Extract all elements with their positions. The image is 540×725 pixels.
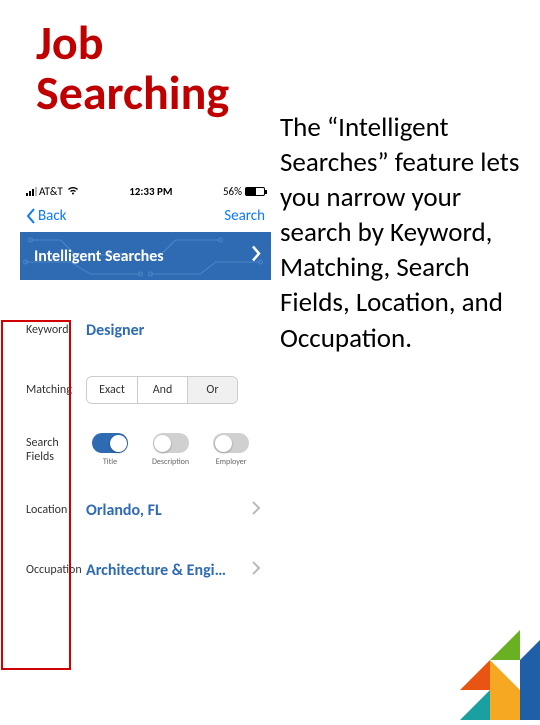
chevron-left-icon bbox=[26, 208, 36, 224]
filters-list: Keyword Designer Matching Exact And Or S… bbox=[20, 280, 271, 600]
matching-option-and[interactable]: And bbox=[137, 377, 187, 403]
toggle-description[interactable] bbox=[153, 433, 189, 453]
time-label: 12:33 PM bbox=[129, 185, 172, 198]
searchfields-row: Search Fields Title Description Employer bbox=[20, 420, 271, 480]
banner-title: Intelligent Searches bbox=[34, 247, 164, 266]
location-value: Orlando, FL bbox=[86, 501, 162, 520]
description-text: The “Intelligent Searches” feature lets … bbox=[280, 110, 520, 356]
chevron-right-icon bbox=[252, 561, 261, 580]
battery-label: 56% bbox=[223, 185, 242, 198]
back-button[interactable]: Back bbox=[26, 207, 67, 225]
searchfields-label: Search Fields bbox=[22, 436, 86, 464]
toggle-title-label: Title bbox=[103, 457, 117, 467]
toggle-description-label: Description bbox=[152, 457, 189, 467]
searchfields-toggles: Title Description Employer bbox=[86, 433, 263, 467]
banner[interactable]: Intelligent Searches bbox=[20, 232, 271, 280]
occupation-label: Occupation bbox=[22, 563, 86, 577]
status-bar: AT&T 12:33 PM 56% bbox=[20, 182, 271, 200]
status-left: AT&T bbox=[26, 185, 79, 198]
toggle-title[interactable] bbox=[92, 433, 128, 453]
occupation-value: Architecture & Engi… bbox=[86, 561, 226, 580]
chevron-right-icon bbox=[252, 501, 261, 520]
matching-option-or[interactable]: Or bbox=[187, 377, 237, 403]
battery-icon bbox=[245, 187, 265, 196]
keyword-row[interactable]: Keyword Designer bbox=[20, 300, 271, 360]
toggle-description-wrap: Description bbox=[152, 433, 189, 467]
occupation-row[interactable]: Occupation Architecture & Engi… bbox=[20, 540, 271, 600]
keyword-label: Keyword bbox=[22, 323, 86, 337]
nav-bar: Back Search bbox=[20, 200, 271, 232]
title-line2: Searching bbox=[36, 63, 229, 122]
carrier-label: AT&T bbox=[39, 185, 63, 198]
location-row[interactable]: Location Orlando, FL bbox=[20, 480, 271, 540]
page-title: Job Searching bbox=[0, 0, 540, 119]
toggle-employer-wrap: Employer bbox=[213, 433, 249, 467]
signal-icon bbox=[26, 187, 37, 196]
toggle-employer-label: Employer bbox=[216, 457, 247, 467]
matching-option-exact[interactable]: Exact bbox=[87, 377, 137, 403]
corner-logo bbox=[400, 600, 540, 720]
matching-segmented[interactable]: Exact And Or bbox=[86, 376, 238, 404]
keyword-value: Designer bbox=[86, 321, 144, 340]
chevron-right-icon bbox=[251, 246, 261, 267]
wifi-icon bbox=[67, 185, 79, 198]
status-right: 56% bbox=[223, 185, 265, 198]
back-label: Back bbox=[38, 207, 67, 225]
toggle-employer[interactable] bbox=[213, 433, 249, 453]
phone-screenshot: AT&T 12:33 PM 56% Back Search I bbox=[20, 182, 271, 702]
location-label: Location bbox=[22, 503, 86, 517]
matching-label: Matching bbox=[22, 383, 86, 397]
matching-row: Matching Exact And Or bbox=[20, 360, 271, 420]
search-button[interactable]: Search bbox=[224, 207, 265, 225]
toggle-title-wrap: Title bbox=[92, 433, 128, 467]
